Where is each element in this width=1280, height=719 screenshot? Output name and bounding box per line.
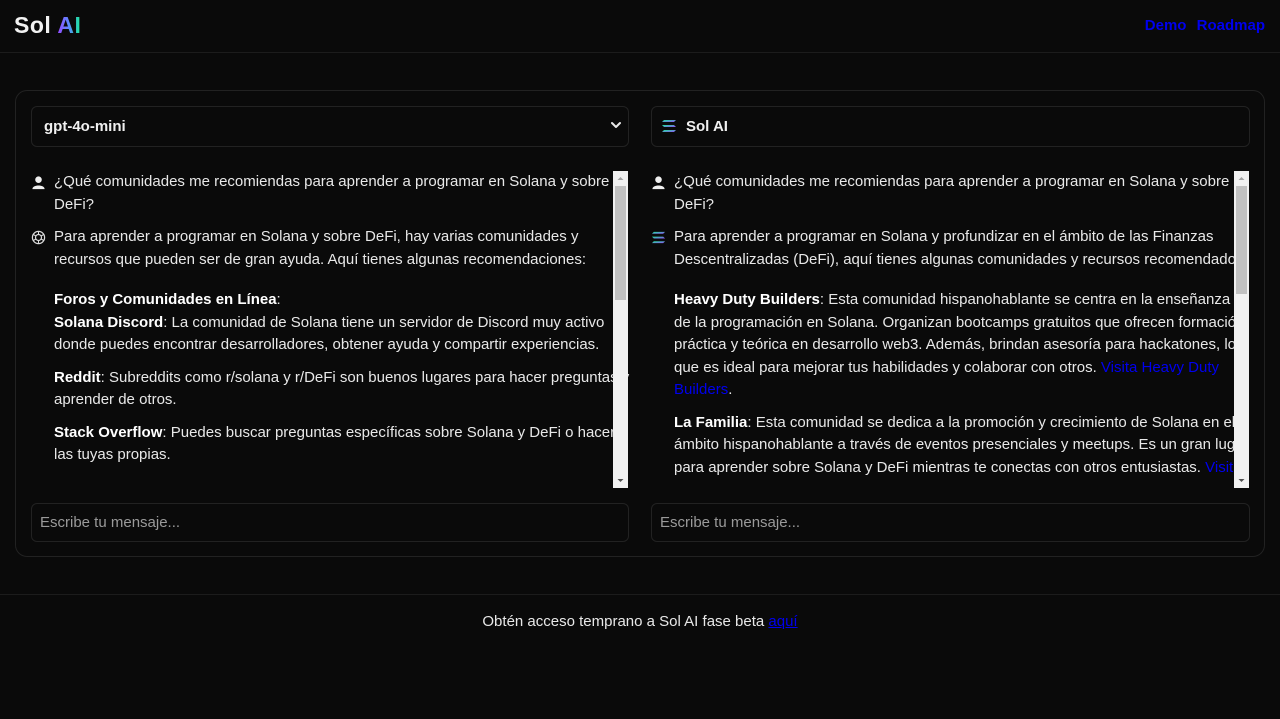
logo-main: Sol [14,12,52,38]
user-message: ¿Qué comunidades me recomiendas para apr… [31,171,630,216]
scroll-down-arrow[interactable] [613,473,628,488]
user-message: ¿Qué comunidades me recomiendas para apr… [651,171,1250,216]
nav-roadmap-link[interactable]: Roadmap [1197,17,1265,34]
item-text: : Esta comunidad se dedica a la promoció… [674,413,1249,476]
user-icon [32,176,45,190]
comparison-card: gpt-4o-mini Sol AI ¿Qué comunidades me r… [15,90,1265,557]
assistant-message: Para aprender a programar en Solana y pr… [651,226,1250,479]
top-nav: Demo Roadmap [1139,17,1265,34]
message-input-right[interactable] [651,503,1250,542]
message-input-left[interactable] [31,503,629,542]
item-title: La Familia [674,413,748,431]
top-header: Sol AI Demo Roadmap [0,0,1280,53]
chevron-down-icon [611,122,621,128]
openai-icon [31,230,46,245]
chat-scrollbar-right[interactable] [1234,171,1249,488]
item-title: Heavy Duty Builders [674,291,820,308]
scrollbar-thumb[interactable] [1236,186,1247,294]
section-heading: Foros y Comunidades en Línea: [54,291,281,308]
assistant-intro: Para aprender a programar en Solana y so… [54,228,587,268]
scroll-up-arrow[interactable] [1234,171,1249,186]
logo[interactable]: Sol AI [14,12,81,39]
scroll-up-arrow[interactable] [613,171,628,186]
item-text: : Subreddits como r/solana y r/DeFi son … [54,368,630,409]
list-item: Reddit: Subreddits como r/solana y r/DeF… [54,367,630,412]
model-select-value: gpt-4o-mini [44,118,126,135]
item-title: Solana Discord [54,313,164,331]
user-message-text: ¿Qué comunidades me recomiendas para apr… [674,173,1230,213]
scrollbar-thumb[interactable] [615,186,626,300]
solana-logo-icon [651,231,666,244]
sol-ai-title: Sol AI [686,118,728,135]
solana-logo-icon [662,120,676,132]
chat-scrollbar-left[interactable] [613,171,628,488]
logo-accent: AI [57,12,82,38]
footer-beta-link[interactable]: aquí [768,613,797,630]
chat-log-right[interactable]: ¿Qué comunidades me recomiendas para apr… [651,171,1250,489]
section-title: Foros y Comunidades en Línea [54,291,277,308]
sol-ai-header: Sol AI [651,106,1250,147]
chat-log-left[interactable]: ¿Qué comunidades me recomiendas para apr… [31,171,630,489]
footer: Obtén acceso temprano a Sol AI fase beta… [0,594,1280,630]
list-item: Solana Discord: La comunidad de Solana t… [54,312,630,357]
list-item: Stack Overflow: Puedes buscar preguntas … [54,422,630,467]
user-icon [652,176,665,190]
list-item: Heavy Duty Builders: Esta comunidad hisp… [674,289,1250,402]
model-select[interactable]: gpt-4o-mini [31,106,629,147]
footer-text: Obtén acceso temprano a Sol AI fase beta [482,613,769,630]
user-message-text: ¿Qué comunidades me recomiendas para apr… [54,173,610,213]
scroll-down-arrow[interactable] [1234,473,1249,488]
item-title: Reddit [54,368,101,386]
assistant-message: Para aprender a programar en Solana y so… [31,226,630,467]
nav-demo-link[interactable]: Demo [1145,17,1187,34]
list-item: La Familia: Esta comunidad se dedica a l… [674,412,1250,480]
assistant-intro: Para aprender a programar en Solana y pr… [674,228,1248,268]
item-title: Stack Overflow [54,423,163,441]
item-tail: . [728,381,733,398]
